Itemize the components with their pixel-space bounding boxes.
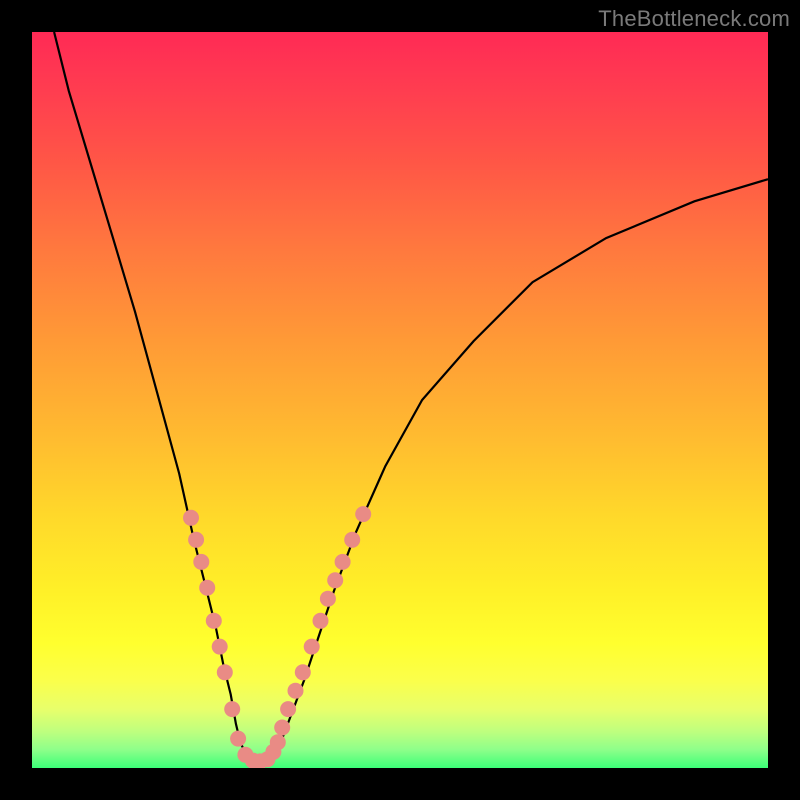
marker-dot	[344, 532, 360, 548]
marker-dot	[193, 554, 209, 570]
bottleneck-curve	[54, 32, 768, 762]
chart-svg	[32, 32, 768, 768]
marker-dot	[304, 639, 320, 655]
marker-dot	[212, 639, 228, 655]
marker-dot	[274, 720, 290, 736]
chart-frame: TheBottleneck.com	[0, 0, 800, 800]
marker-dot	[280, 701, 296, 717]
marker-dot	[206, 613, 222, 629]
marker-dot	[313, 613, 329, 629]
marker-dot	[327, 572, 343, 588]
marker-dot	[288, 683, 304, 699]
marker-dot	[270, 734, 286, 750]
marker-dot	[355, 506, 371, 522]
plot-area	[32, 32, 768, 768]
marker-dot	[295, 664, 311, 680]
marker-dot	[217, 664, 233, 680]
marker-dot	[230, 731, 246, 747]
marker-dot	[188, 532, 204, 548]
marker-dot	[335, 554, 351, 570]
marker-dot	[224, 701, 240, 717]
marker-dot	[320, 591, 336, 607]
marker-dots	[183, 506, 371, 768]
marker-dot	[183, 510, 199, 526]
marker-dot	[199, 580, 215, 596]
watermark-text: TheBottleneck.com	[598, 6, 790, 32]
